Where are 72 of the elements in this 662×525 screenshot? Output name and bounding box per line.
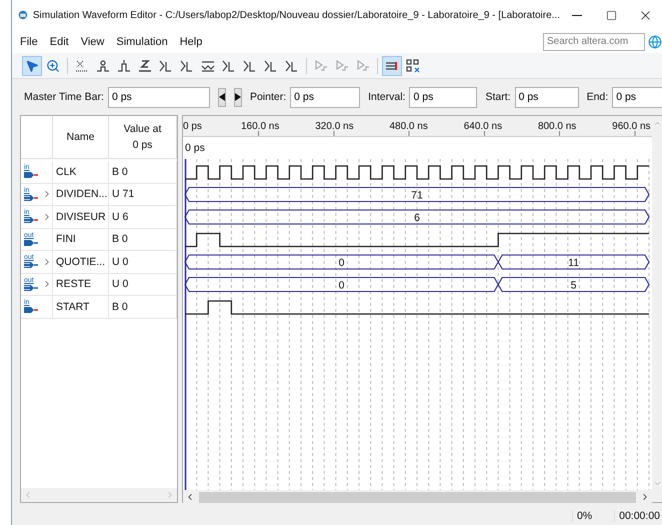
scrollbar-thumb[interactable]	[199, 492, 636, 502]
toolbar-button[interactable]	[22, 56, 42, 76]
minimize-icon	[572, 14, 582, 16]
signal-name: DIVIDEN...	[53, 184, 109, 205]
bus-value: 71	[411, 190, 423, 202]
window-title: Simulation Waveform Editor - C:/Users/labop2/Desktop/Nouveau dossier/Laboratoire_9 - Laboratoire_9 - [Laboratoire...	[32, 10, 560, 20]
time-label: 800.0 ns	[538, 120, 578, 132]
bus-value: 0	[338, 280, 345, 292]
signal-name: START	[53, 296, 109, 318]
time-bar-label: Interval:	[368, 91, 406, 103]
bus-value: 11	[568, 257, 580, 269]
previous-button[interactable]	[218, 88, 226, 106]
column-header: 0 ps	[132, 138, 152, 153]
high-impedance-icon	[137, 58, 153, 74]
run-simulation-icon	[355, 58, 371, 74]
cursor-time-label: 0 ps	[185, 142, 205, 154]
status-text: 00:00:00	[614, 510, 660, 522]
signal-value: U 0	[109, 274, 177, 295]
signal-value: U 0	[109, 251, 177, 272]
high-level-icon	[116, 58, 132, 74]
menu-item[interactable]: Edit	[44, 36, 75, 48]
time-field[interactable]: 0 ps	[612, 86, 662, 108]
signal-value: U 6	[109, 206, 177, 228]
signal-value: B 0	[109, 228, 177, 250]
status-text: 0%	[572, 510, 592, 522]
signal-name: DIVISEUR	[53, 206, 109, 228]
zoom-icon	[46, 58, 60, 72]
maximize-icon	[606, 10, 616, 20]
signal-name: QUOTIE...	[53, 251, 109, 272]
time-label: 320.0 ns	[315, 120, 355, 132]
app-icon	[18, 8, 28, 22]
search-field[interactable]: Search altera.com	[543, 32, 645, 50]
time-label: 640.0 ns	[464, 120, 504, 132]
run-simulation-icon	[334, 58, 350, 74]
unknown-level-icon	[74, 58, 90, 74]
bus-value: 6	[414, 212, 420, 224]
pointer-icon	[25, 58, 39, 72]
signal-value: B 0	[109, 161, 177, 182]
run-simulation-icon	[313, 58, 329, 74]
column-header: Value at	[124, 122, 162, 137]
low-level-icon	[95, 58, 111, 74]
time-bar-label: End:	[586, 91, 608, 103]
time-bar-label: Master Time Bar:	[24, 91, 104, 103]
time-field[interactable]: 0 ps	[290, 86, 360, 108]
time-label: 960.0 ns	[612, 120, 651, 132]
menu-item[interactable]: Simulation	[110, 36, 174, 48]
time-field[interactable]: 0 ps	[409, 86, 478, 108]
time-field[interactable]: 0 ps	[514, 86, 579, 108]
signal-name: RESTE	[53, 274, 109, 295]
next-button[interactable]	[234, 88, 242, 106]
signal-value: U 71	[109, 184, 177, 205]
bus-value: 5	[570, 280, 577, 292]
signal-value: B 0	[109, 296, 177, 318]
time-bar-label: Pointer:	[250, 91, 286, 103]
signal-name: FINI	[53, 228, 109, 250]
time-field[interactable]: 0 ps	[108, 86, 210, 108]
time-cursor[interactable]	[184, 159, 186, 490]
menu-item[interactable]: Help	[174, 36, 208, 48]
bus-value: 0	[338, 257, 345, 269]
globe-icon[interactable]	[648, 34, 662, 48]
grid-icon	[405, 58, 421, 74]
time-label: 0 ps	[183, 120, 203, 132]
time-label: 160.0 ns	[241, 120, 280, 132]
menu-item[interactable]: File	[14, 36, 44, 48]
time-label: 480.0 ns	[389, 120, 429, 132]
menu-item[interactable]: View	[74, 36, 110, 48]
column-header: Name	[66, 130, 94, 145]
right-triangle-icon	[234, 93, 241, 101]
time-bar-label: Start:	[485, 91, 511, 103]
toolbar-button[interactable]	[382, 56, 402, 76]
signal-name: CLK	[53, 161, 109, 182]
left-triangle-icon	[218, 93, 225, 101]
